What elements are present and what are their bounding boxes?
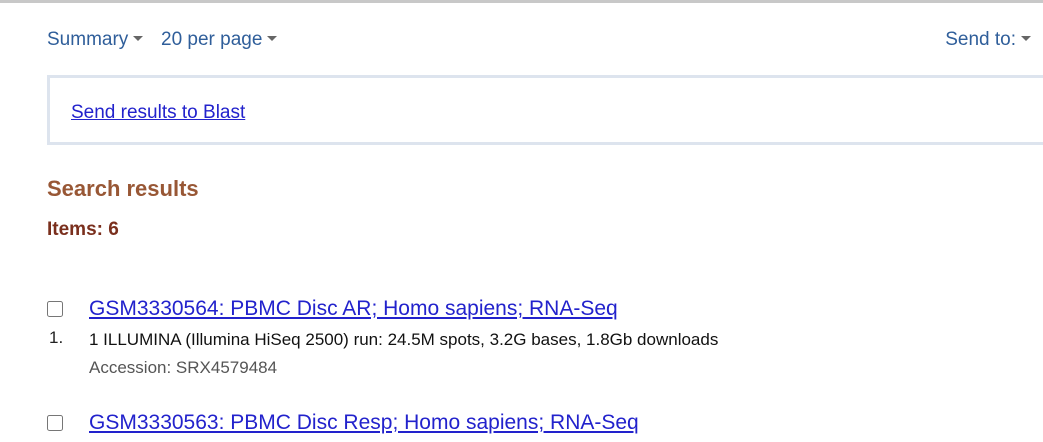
items-count: Items: 6 (47, 219, 119, 240)
result-title-link[interactable]: GSM3330563: PBMC Disc Resp; Homo sapiens… (89, 411, 639, 435)
per-page-dropdown[interactable]: 20 per page (161, 29, 278, 51)
blast-panel: Send results to Blast (47, 75, 1043, 145)
search-results-heading: Search results (47, 176, 199, 201)
send-to-dropdown-label: Send to: (945, 29, 1016, 50)
format-dropdown-label: Summary (47, 29, 129, 50)
send-to-dropdown[interactable]: Send to: (945, 29, 1031, 51)
results-toolbar: Summary 20 per page Send to: (47, 29, 1043, 53)
caret-down-icon (267, 36, 278, 42)
result-accession: Accession: SRX4579484 (89, 358, 278, 377)
result-checkbox[interactable] (47, 415, 63, 431)
caret-down-icon (1021, 36, 1031, 42)
caret-down-icon (133, 36, 144, 42)
send-to-blast-link[interactable]: Send results to Blast (71, 102, 245, 124)
result-number: 1. (49, 328, 64, 347)
top-divider (0, 0, 1043, 3)
per-page-dropdown-label: 20 per page (161, 29, 263, 50)
result-title-link[interactable]: GSM3330564: PBMC Disc AR; Homo sapiens; … (89, 297, 618, 321)
result-checkbox[interactable] (47, 301, 63, 317)
format-dropdown[interactable]: Summary (47, 29, 144, 51)
result-description: 1 ILLUMINA (Illumina HiSeq 2500) run: 24… (89, 330, 719, 349)
